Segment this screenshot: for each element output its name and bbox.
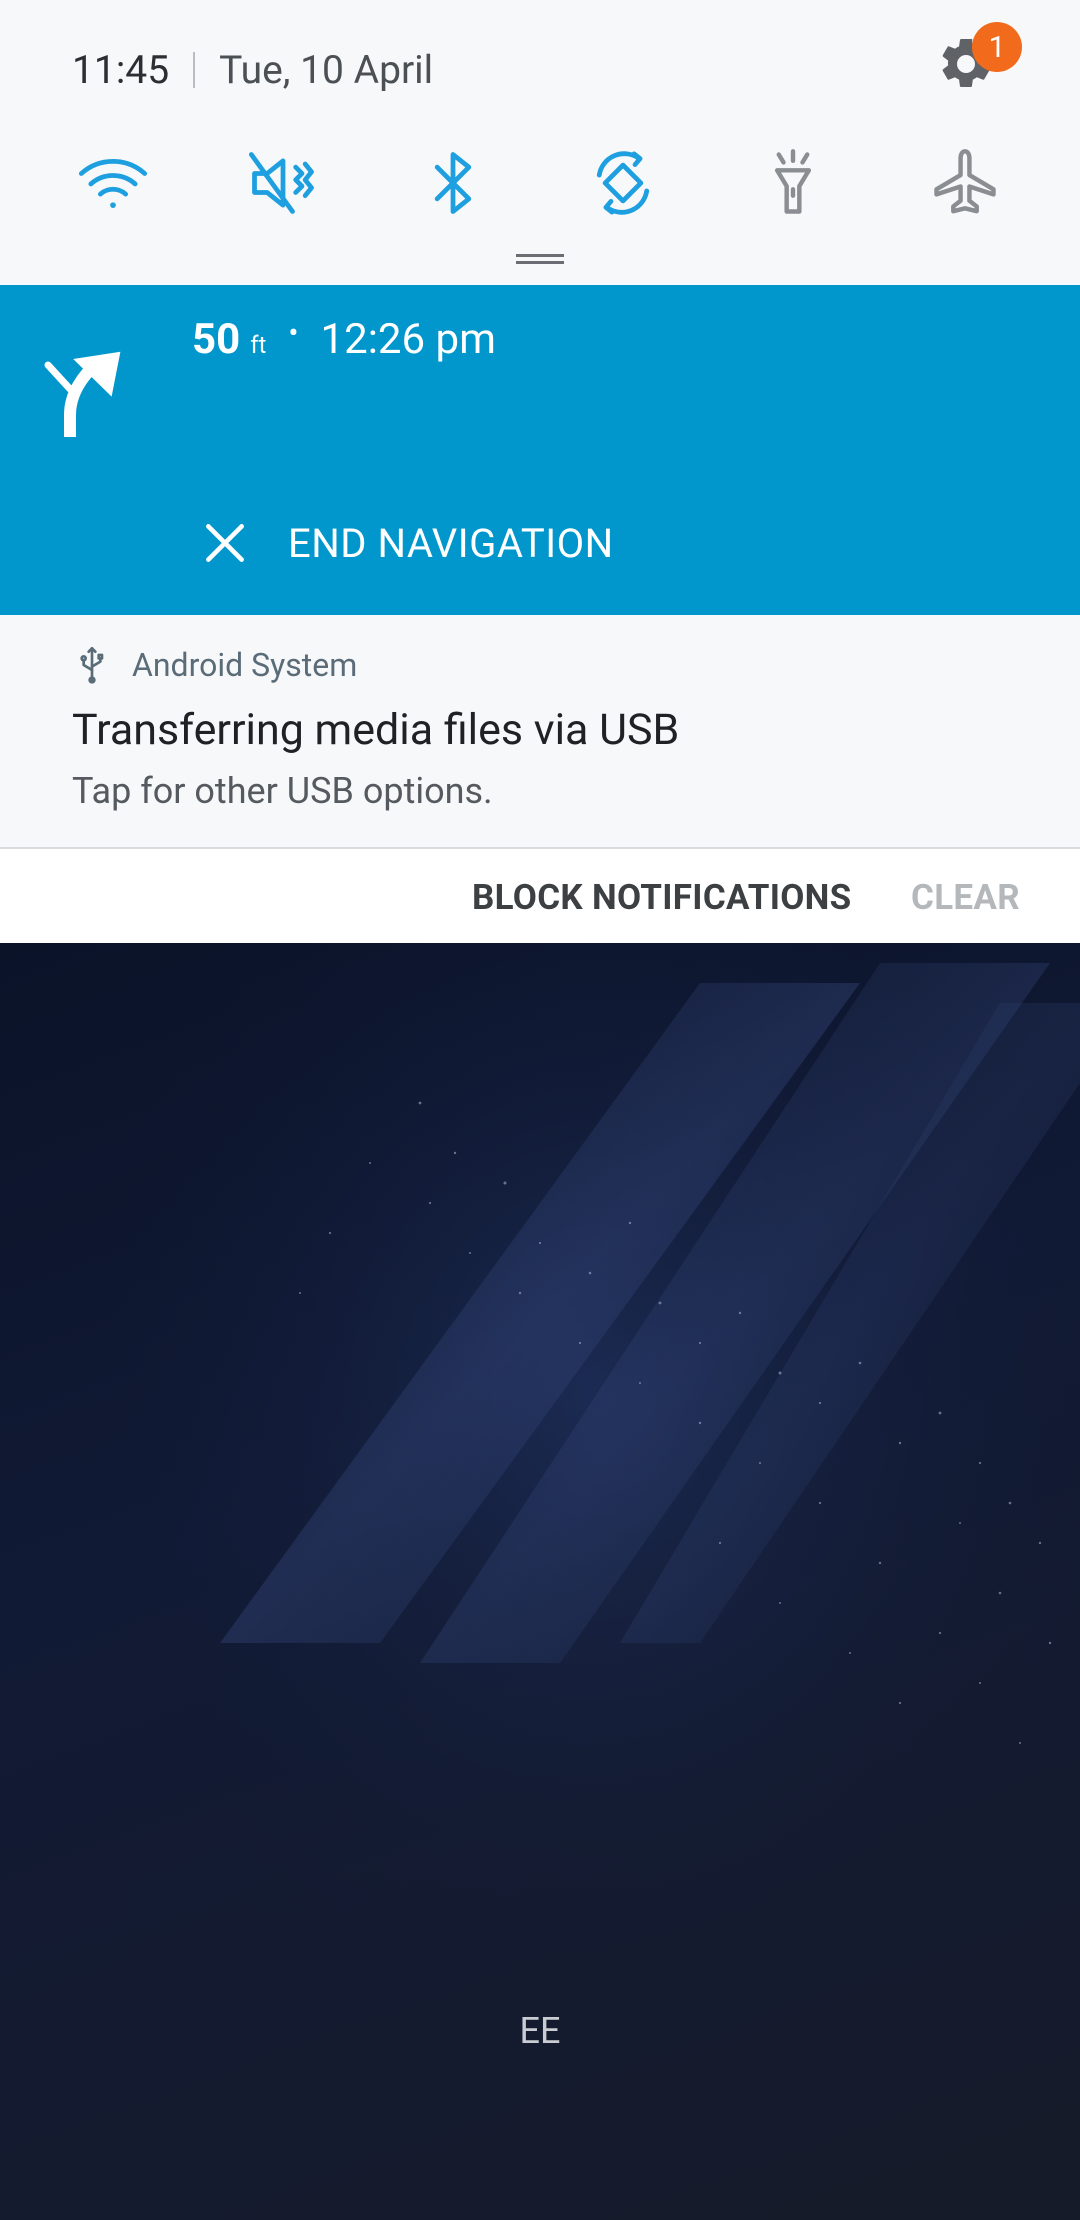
toggle-airplane-mode[interactable] bbox=[920, 138, 1010, 228]
navigation-notification[interactable]: 50 ft • 12:26 pm END NAVIGATION bbox=[0, 285, 1080, 615]
toggle-auto-rotate[interactable] bbox=[578, 138, 668, 228]
toggle-wifi[interactable] bbox=[68, 138, 158, 228]
separator-dot: • bbox=[288, 316, 299, 351]
toggle-bluetooth[interactable] bbox=[408, 138, 498, 228]
panel-drag-handle[interactable] bbox=[516, 254, 564, 264]
quick-toggle-row bbox=[0, 138, 1080, 228]
separator bbox=[193, 52, 196, 88]
auto-rotate-icon bbox=[596, 151, 650, 215]
notification-header: Android System bbox=[72, 645, 357, 685]
close-icon bbox=[206, 524, 244, 562]
carrier-name: EE bbox=[519, 2010, 561, 2052]
clear-button[interactable]: CLEAR bbox=[911, 877, 1020, 918]
usb-notification[interactable]: Android System Transferring media files … bbox=[0, 615, 1080, 847]
status-row: 11:45 Tue, 10 April bbox=[72, 40, 433, 100]
notification-title: Transferring media files via USB bbox=[72, 705, 680, 755]
notification-actions-bar: BLOCK NOTIFICATIONS CLEAR bbox=[0, 847, 1080, 945]
end-navigation-label: END NAVIGATION bbox=[288, 519, 614, 567]
date: Tue, 10 April bbox=[219, 47, 434, 93]
toggle-sound-mute[interactable] bbox=[238, 138, 328, 228]
distance-value: 50 bbox=[192, 315, 241, 364]
flashlight-icon bbox=[774, 149, 812, 214]
notification-subtitle: Tap for other USB options. bbox=[72, 770, 493, 812]
toggle-flashlight[interactable] bbox=[748, 138, 838, 228]
usb-icon bbox=[80, 647, 104, 684]
bluetooth-icon bbox=[434, 152, 472, 214]
distance-unit: ft bbox=[250, 331, 267, 359]
quick-settings-panel: 11:45 Tue, 10 April 1 bbox=[0, 0, 1080, 285]
clock: 11:45 bbox=[72, 47, 170, 93]
app-name: Android System bbox=[132, 646, 358, 684]
settings-update-badge: 1 bbox=[972, 22, 1022, 72]
wifi-icon bbox=[78, 159, 148, 209]
turn-right-arrow-icon bbox=[44, 351, 121, 437]
block-notifications-button[interactable]: BLOCK NOTIFICATIONS bbox=[472, 877, 852, 918]
navigation-info: 50 ft • 12:26 pm bbox=[192, 315, 496, 375]
end-navigation-button[interactable]: END NAVIGATION bbox=[200, 513, 614, 573]
eta-time: 12:26 pm bbox=[320, 315, 496, 364]
airplane-icon bbox=[934, 149, 996, 214]
speaker-mute-icon bbox=[248, 152, 314, 214]
